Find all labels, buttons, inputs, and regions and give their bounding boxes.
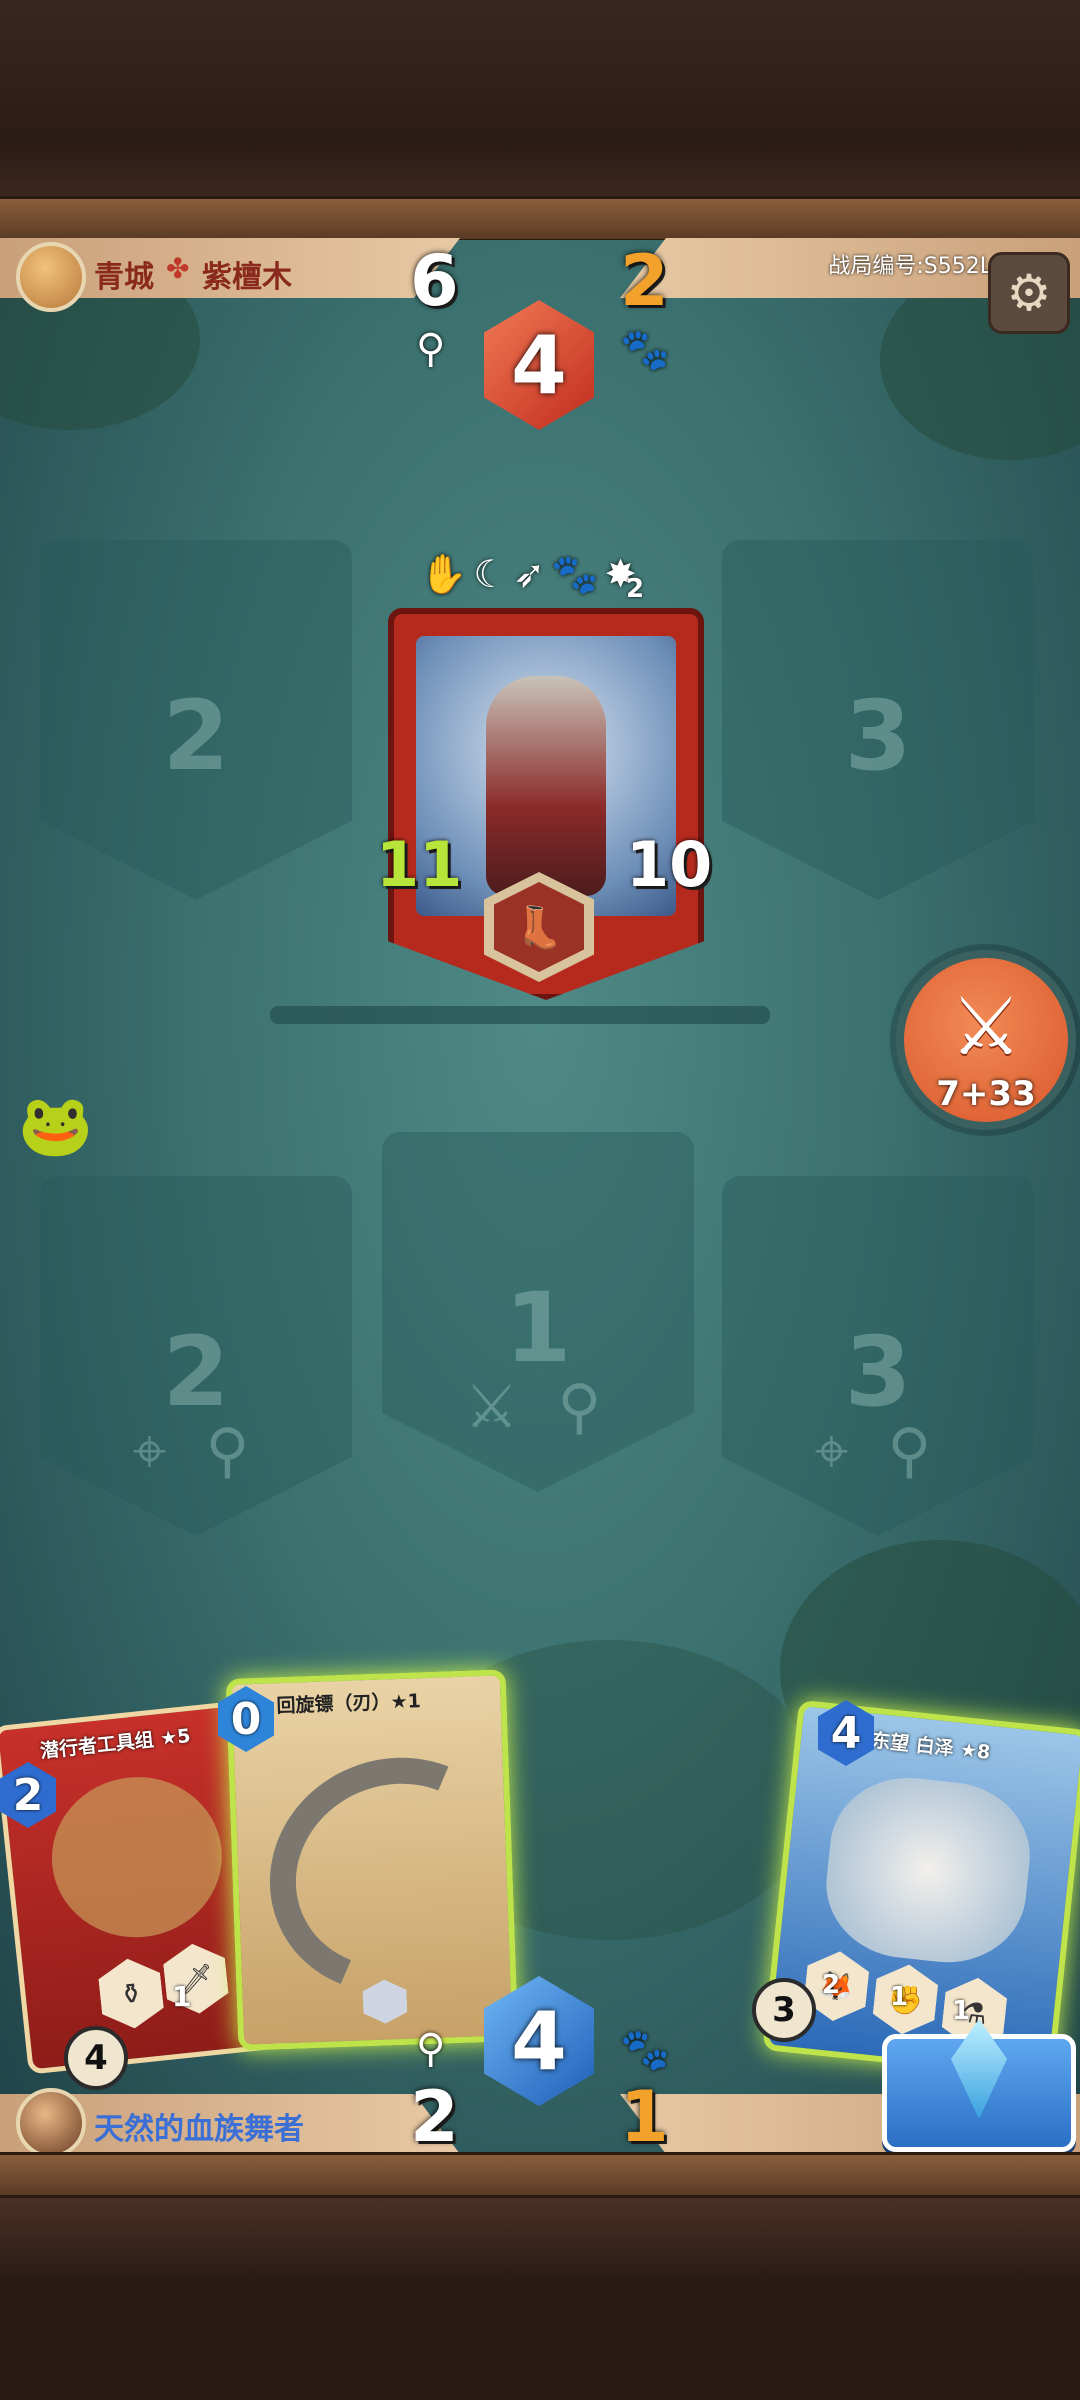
settings-button[interactable]: ⚙ bbox=[988, 252, 1070, 334]
player-name: 天然的血族舞者 bbox=[94, 2112, 304, 2147]
card-stat: 2 bbox=[822, 1970, 841, 2000]
match-id: 战局编号:S552L bbox=[828, 254, 992, 279]
card-title: 回旋镖（刃）★1 bbox=[276, 1690, 422, 1718]
slot-number: 3 bbox=[844, 1316, 912, 1428]
flask-icon: ⚲ bbox=[416, 2026, 446, 2072]
opponent-left-stat: 6 bbox=[410, 240, 459, 322]
card-title: 东望 白泽 ★8 bbox=[870, 1729, 992, 1764]
paw-icon: 🐾 bbox=[620, 2027, 670, 2073]
slot-number: 2 bbox=[162, 1316, 230, 1428]
hook-token: 3 bbox=[752, 1978, 816, 2042]
potion-icon: ⚱ bbox=[97, 1955, 166, 2031]
gear-icon: ⚙ bbox=[1006, 264, 1052, 322]
opponent-avatar[interactable] bbox=[16, 242, 86, 312]
player-right-stat: 1 bbox=[620, 2076, 669, 2158]
bottom-frame bbox=[0, 2198, 1080, 2400]
bottom-wood-strip bbox=[0, 2152, 1080, 2198]
crystal-icon bbox=[951, 2019, 1007, 2119]
slot-number: 3 bbox=[844, 680, 912, 792]
attack-button[interactable]: ⚔ 7+33 bbox=[896, 950, 1076, 1130]
sword-wand-icon: ⚔ ⚲ bbox=[464, 1372, 612, 1442]
slot-number: 2 bbox=[162, 680, 230, 792]
bow-wand-icon: ⌖ ⚲ bbox=[814, 1416, 942, 1486]
moon-icon: ☾ bbox=[473, 552, 514, 596]
deploy-button[interactable] bbox=[882, 2019, 1076, 2152]
paw-icon: 🐾 bbox=[551, 552, 605, 596]
opponent-right-stat: 2 bbox=[620, 240, 669, 322]
card-title: 潜行者工具组 ★5 bbox=[39, 1724, 192, 1763]
hand-icon: ✋ bbox=[420, 552, 474, 596]
dice-token: 4 bbox=[64, 2026, 128, 2090]
slot-number: 1 bbox=[504, 1272, 572, 1384]
rope-tools-art bbox=[43, 1768, 230, 1946]
trait-badge: 2 bbox=[626, 574, 645, 604]
card-stat: 1 bbox=[890, 1982, 909, 2012]
enemy-attack: 11 bbox=[376, 828, 463, 901]
paw-icon: 🐾 bbox=[620, 327, 670, 373]
top-wood-strip bbox=[0, 196, 1080, 242]
bow-wand-icon: ⌖ ⚲ bbox=[132, 1416, 260, 1486]
flask-icon: ⚲ bbox=[416, 326, 446, 372]
enemy-trait-icons: ✋☾➶🐾✸ bbox=[420, 552, 642, 597]
feather-icon: ➶ bbox=[513, 552, 552, 596]
boots-icon: 👢 bbox=[494, 882, 584, 972]
opponent-name-left: 青城 bbox=[94, 260, 154, 295]
crossed-swords-icon: ⚔ bbox=[950, 980, 1022, 1073]
dragon-knight-figure bbox=[486, 676, 606, 896]
boomerang-art bbox=[234, 1720, 555, 2030]
player-left-stat: 2 bbox=[410, 2076, 459, 2158]
clover-icon: ✤ bbox=[166, 252, 190, 285]
player-avatar[interactable] bbox=[16, 2088, 86, 2158]
white-beast-art bbox=[819, 1770, 1037, 1971]
card-stat: 1 bbox=[952, 1996, 971, 2026]
frog-icon: 🐸 bbox=[18, 1091, 93, 1161]
attack-value: 7+33 bbox=[936, 1074, 1036, 1114]
opponent-name-right: 紫檀木 bbox=[202, 260, 292, 295]
enemy-health: 10 bbox=[626, 828, 713, 901]
card-stat: 1 bbox=[172, 1980, 192, 2013]
ground-crack bbox=[270, 1006, 770, 1024]
